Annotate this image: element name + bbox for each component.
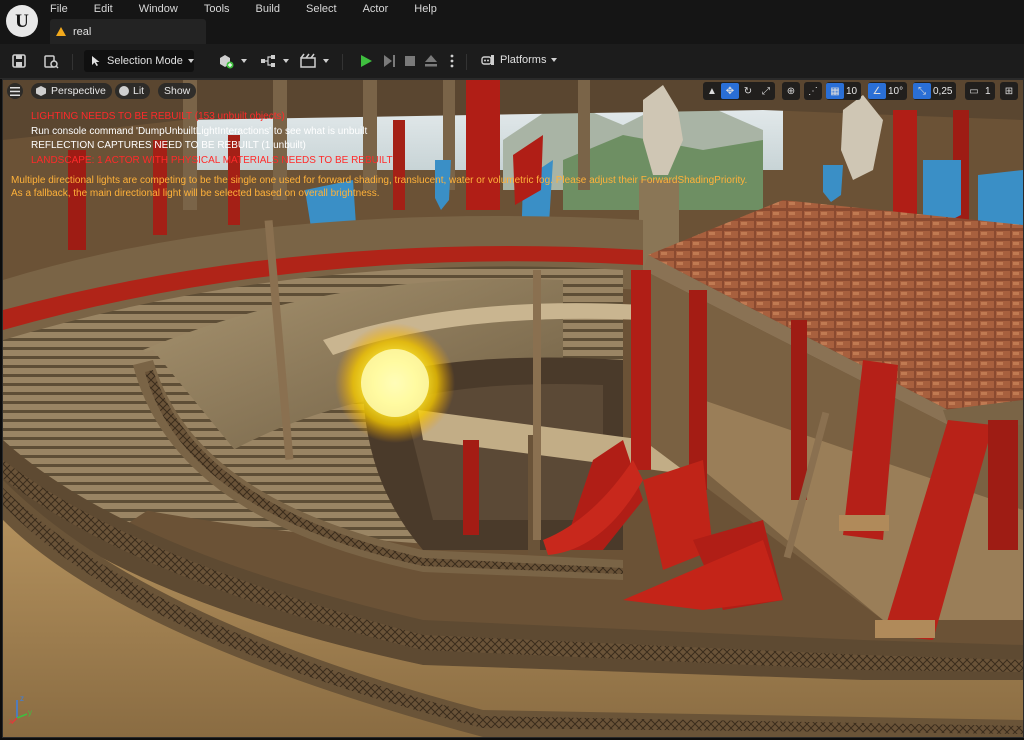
camera-icon: ▭ — [969, 85, 979, 97]
level-tab[interactable]: real — [50, 19, 206, 44]
cube-icon — [36, 86, 46, 96]
blueprint-icon[interactable] — [260, 53, 276, 69]
view-mode-dropdown[interactable]: Lit — [115, 83, 151, 99]
platforms-label: Platforms — [500, 54, 547, 66]
browse-content-icon[interactable] — [43, 53, 59, 69]
svg-text:x: x — [9, 717, 13, 725]
save-icon[interactable] — [11, 53, 27, 69]
svg-text:y: y — [28, 708, 32, 717]
directional-light-messages: Multiple directional lights are competin… — [11, 174, 747, 200]
landscape-warning: LANDSCAPE: 1 ACTOR WITH PHYSICAL MATERIA… — [31, 154, 393, 166]
rotation-snap-value: 10° — [888, 85, 904, 97]
main-menu: File Edit Window Tools Build Select Acto… — [50, 2, 449, 16]
main-toolbar: Selection Mode Platforms — [0, 44, 1024, 79]
selection-mode-label: Selection Mode — [107, 55, 183, 67]
camera-speed-control[interactable]: ▭ 1 — [965, 82, 995, 100]
menu-tools[interactable]: Tools — [204, 2, 242, 16]
more-options-icon[interactable] — [444, 53, 460, 69]
translate-tool-icon[interactable]: ✥ — [721, 83, 739, 99]
chevron-down-icon — [551, 58, 558, 62]
viewport-toolbar: Perspective Lit Show ▲ ✥ ↻ ⤢ ⊕ ⋰ ▦ 10 ∠ … — [3, 80, 1023, 102]
scale-snap-control[interactable]: ⤡ 0,25 — [913, 82, 957, 100]
axis-gizmo-icon: z y x — [9, 694, 32, 725]
lighting-warning: LIGHTING NEEDS TO BE REBUILT (153 unbuil… — [31, 111, 285, 122]
toolbar-divider — [466, 54, 467, 70]
transform-tools: ▲ ✥ ↻ ⤢ — [703, 82, 775, 100]
menu-select[interactable]: Select — [306, 2, 349, 16]
menu-actor[interactable]: Actor — [363, 2, 401, 16]
stop-icon[interactable] — [402, 53, 418, 69]
surface-snap-button[interactable]: ⋰ — [804, 82, 822, 100]
view-mode-label: Lit — [133, 85, 145, 97]
toolbar-divider — [72, 54, 73, 70]
svg-text:z: z — [20, 694, 24, 703]
play-icon[interactable] — [358, 53, 374, 69]
level-tab-label: real — [73, 25, 92, 38]
scale-snap-value: 0,25 — [933, 85, 953, 97]
menu-help[interactable]: Help — [414, 2, 449, 16]
viewport-messages: LIGHTING NEEDS TO BE REBUILT (153 unbuil… — [31, 110, 393, 168]
grid-snap-icon: ▦ — [826, 83, 844, 99]
show-dropdown[interactable]: Show — [158, 83, 197, 99]
grid-snap-value: 10 — [846, 85, 858, 97]
perspective-label: Perspective — [51, 85, 106, 97]
perspective-dropdown[interactable]: Perspective — [31, 83, 112, 99]
menu-build[interactable]: Build — [256, 2, 292, 16]
toolbar-divider — [342, 54, 343, 70]
platforms-icon — [481, 55, 494, 65]
chevron-down-icon — [187, 59, 194, 63]
rotate-tool-icon[interactable]: ↻ — [739, 83, 757, 99]
chevron-down-icon[interactable] — [323, 59, 329, 63]
scale-snap-icon: ⤡ — [913, 83, 931, 99]
layout-grid-icon: ⊞ — [1004, 85, 1014, 97]
surface-snap-icon: ⋰ — [808, 85, 818, 97]
cinematics-icon[interactable] — [300, 53, 316, 69]
chevron-down-icon[interactable] — [283, 59, 289, 63]
step-icon[interactable] — [381, 53, 397, 69]
scale-tool-icon[interactable]: ⤢ — [757, 83, 775, 99]
viewport-menu-button[interactable] — [7, 83, 23, 99]
directional-light-warning: Multiple directional lights are competin… — [11, 175, 748, 186]
chevron-down-icon[interactable] — [241, 59, 247, 63]
menu-bar: U File Edit Window Tools Build Select Ac… — [0, 0, 1024, 44]
platforms-dropdown[interactable]: Platforms — [481, 53, 558, 67]
rotation-snap-icon: ∠ — [868, 83, 886, 99]
reflection-warning: REFLECTION CAPTURES NEED TO BE REBUILT (… — [31, 140, 306, 151]
directional-light-fallback: As a fallback, the main directional ligh… — [11, 188, 380, 199]
lit-sphere-icon — [119, 86, 129, 96]
show-label: Show — [164, 85, 191, 97]
menu-file[interactable]: File — [50, 2, 80, 16]
console-hint: Run console command 'DumpUnbuiltLightInt… — [31, 125, 368, 137]
rotation-snap-control[interactable]: ∠ 10° — [868, 82, 908, 100]
grid-snap-control[interactable]: ▦ 10 — [826, 82, 862, 100]
unreal-logo-icon[interactable]: U — [6, 5, 38, 37]
select-tool-icon[interactable]: ▲ — [703, 83, 721, 99]
level-viewport[interactable]: Perspective Lit Show ▲ ✥ ↻ ⤢ ⊕ ⋰ ▦ 10 ∠ … — [2, 79, 1024, 738]
menu-window[interactable]: Window — [139, 2, 190, 16]
hamburger-menu-icon — [10, 86, 20, 96]
warning-icon — [56, 27, 66, 36]
selection-mode-dropdown[interactable]: Selection Mode — [84, 50, 194, 72]
globe-icon: ⊕ — [786, 85, 796, 97]
camera-speed-value: 1 — [985, 85, 991, 97]
viewport-layout-button[interactable]: ⊞ — [1000, 82, 1018, 100]
cursor-icon — [92, 56, 100, 66]
menu-edit[interactable]: Edit — [94, 2, 125, 16]
eject-icon[interactable] — [423, 53, 439, 69]
add-actor-icon[interactable] — [218, 53, 234, 69]
coordinate-system-button[interactable]: ⊕ — [782, 82, 800, 100]
